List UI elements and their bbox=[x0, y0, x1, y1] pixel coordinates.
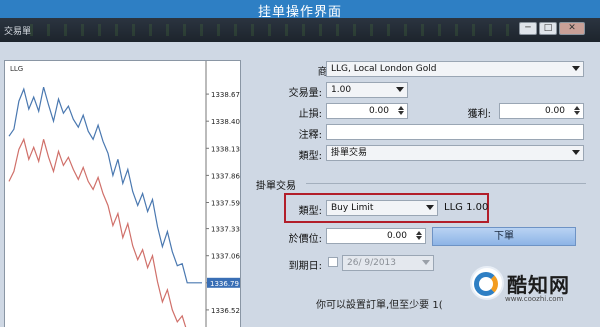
expiry-value: 26/ 9/2013 bbox=[347, 258, 397, 268]
price-input[interactable]: 0.00 bbox=[326, 228, 426, 244]
place-order-button[interactable]: 下單 bbox=[432, 227, 576, 246]
order-type-value: 掛單交易 bbox=[331, 148, 368, 158]
order-type-label: 類型: bbox=[298, 151, 322, 162]
volume-label: 交易量: bbox=[288, 88, 322, 99]
price-value: 0.00 bbox=[386, 231, 407, 241]
chevron-down-icon bbox=[396, 87, 404, 92]
watermark-url: www.coozhi.com bbox=[505, 295, 564, 303]
window-titlebar[interactable]: 交易單 ─ □ ✕ bbox=[0, 18, 600, 42]
watermark-brand: 酷知网 bbox=[507, 273, 570, 297]
expiry-label: 到期日: bbox=[288, 261, 322, 272]
expiry-input[interactable]: 26/ 9/2013 bbox=[342, 255, 434, 271]
chevron-down-icon bbox=[422, 260, 430, 265]
chevron-down-icon bbox=[572, 150, 580, 155]
expiry-checkbox[interactable] bbox=[328, 257, 338, 267]
pending-section-title: 掛單交易 bbox=[256, 181, 296, 192]
stoploss-label: 止損: bbox=[298, 109, 322, 120]
pending-symbol-info: LLG 1.00 bbox=[444, 202, 489, 213]
comment-label: 注釋: bbox=[298, 130, 322, 141]
price-tick-label: 1337.59 bbox=[211, 199, 240, 207]
volume-select[interactable]: 1.00 bbox=[326, 82, 408, 98]
pending-type-select[interactable]: Buy Limit bbox=[326, 200, 438, 216]
stoploss-value: 0.00 bbox=[368, 106, 389, 116]
stoploss-spinner[interactable] bbox=[396, 105, 406, 117]
order-window: 交易單 ─ □ ✕ 1338.67 1338.40 1338.13 1337.86 13… bbox=[0, 18, 600, 327]
chevron-down-icon bbox=[426, 205, 434, 210]
symbol-select-value: LLG, Local London Gold bbox=[331, 64, 437, 74]
chevron-down-icon bbox=[572, 66, 580, 71]
chart-symbol-label: LLG bbox=[10, 65, 24, 73]
price-tick-label: 1337.33 bbox=[211, 226, 240, 234]
bid-price-tag-label: 1336.79 bbox=[210, 280, 239, 288]
price-spinner[interactable] bbox=[414, 230, 424, 242]
pending-type-label: 類型: bbox=[298, 206, 322, 217]
comment-input[interactable] bbox=[326, 124, 584, 140]
price-chart-canvas: 1338.67 1338.40 1338.13 1337.86 1337.59 1337.… bbox=[8, 61, 240, 327]
price-tick-label: 1337.06 bbox=[211, 253, 240, 261]
price-tick-label: 1338.13 bbox=[211, 145, 240, 153]
takeprofit-spinner[interactable] bbox=[572, 105, 582, 117]
maximize-button[interactable]: □ bbox=[539, 22, 557, 35]
pending-type-value: Buy Limit bbox=[331, 203, 374, 213]
takeprofit-input[interactable]: 0.00 bbox=[499, 103, 584, 119]
window-title: 交易單 bbox=[4, 27, 32, 37]
price-tick-label: 1338.40 bbox=[211, 118, 240, 126]
takeprofit-label: 獲利: bbox=[467, 109, 491, 120]
stoploss-input[interactable]: 0.00 bbox=[326, 103, 408, 119]
section-divider bbox=[306, 183, 586, 184]
order-type-select[interactable]: 掛單交易 bbox=[326, 145, 584, 161]
close-button[interactable]: ✕ bbox=[559, 22, 585, 35]
coozhi-logo-icon bbox=[474, 272, 498, 296]
page-header-bar: 挂单操作界面 bbox=[0, 0, 600, 20]
takeprofit-value: 0.00 bbox=[544, 106, 565, 116]
minimize-button[interactable]: ─ bbox=[519, 22, 537, 35]
price-tick-label: 1336.52 bbox=[211, 307, 240, 315]
price-tick-label: 1337.86 bbox=[211, 172, 240, 180]
symbol-select[interactable]: LLG, Local London Gold bbox=[326, 61, 584, 77]
volume-select-value: 1.00 bbox=[331, 85, 352, 95]
price-chart: 1338.67 1338.40 1338.13 1337.86 1337.59 1337.… bbox=[4, 60, 241, 327]
price-tick-label: 1338.67 bbox=[211, 91, 240, 99]
ask-price-line bbox=[8, 137, 187, 327]
titlebar-background-pattern bbox=[30, 24, 510, 36]
bid-price-line bbox=[8, 86, 202, 284]
info-note: 你可以設置訂單,但至少要 1( bbox=[316, 300, 443, 311]
price-label: 於價位: bbox=[288, 234, 322, 245]
